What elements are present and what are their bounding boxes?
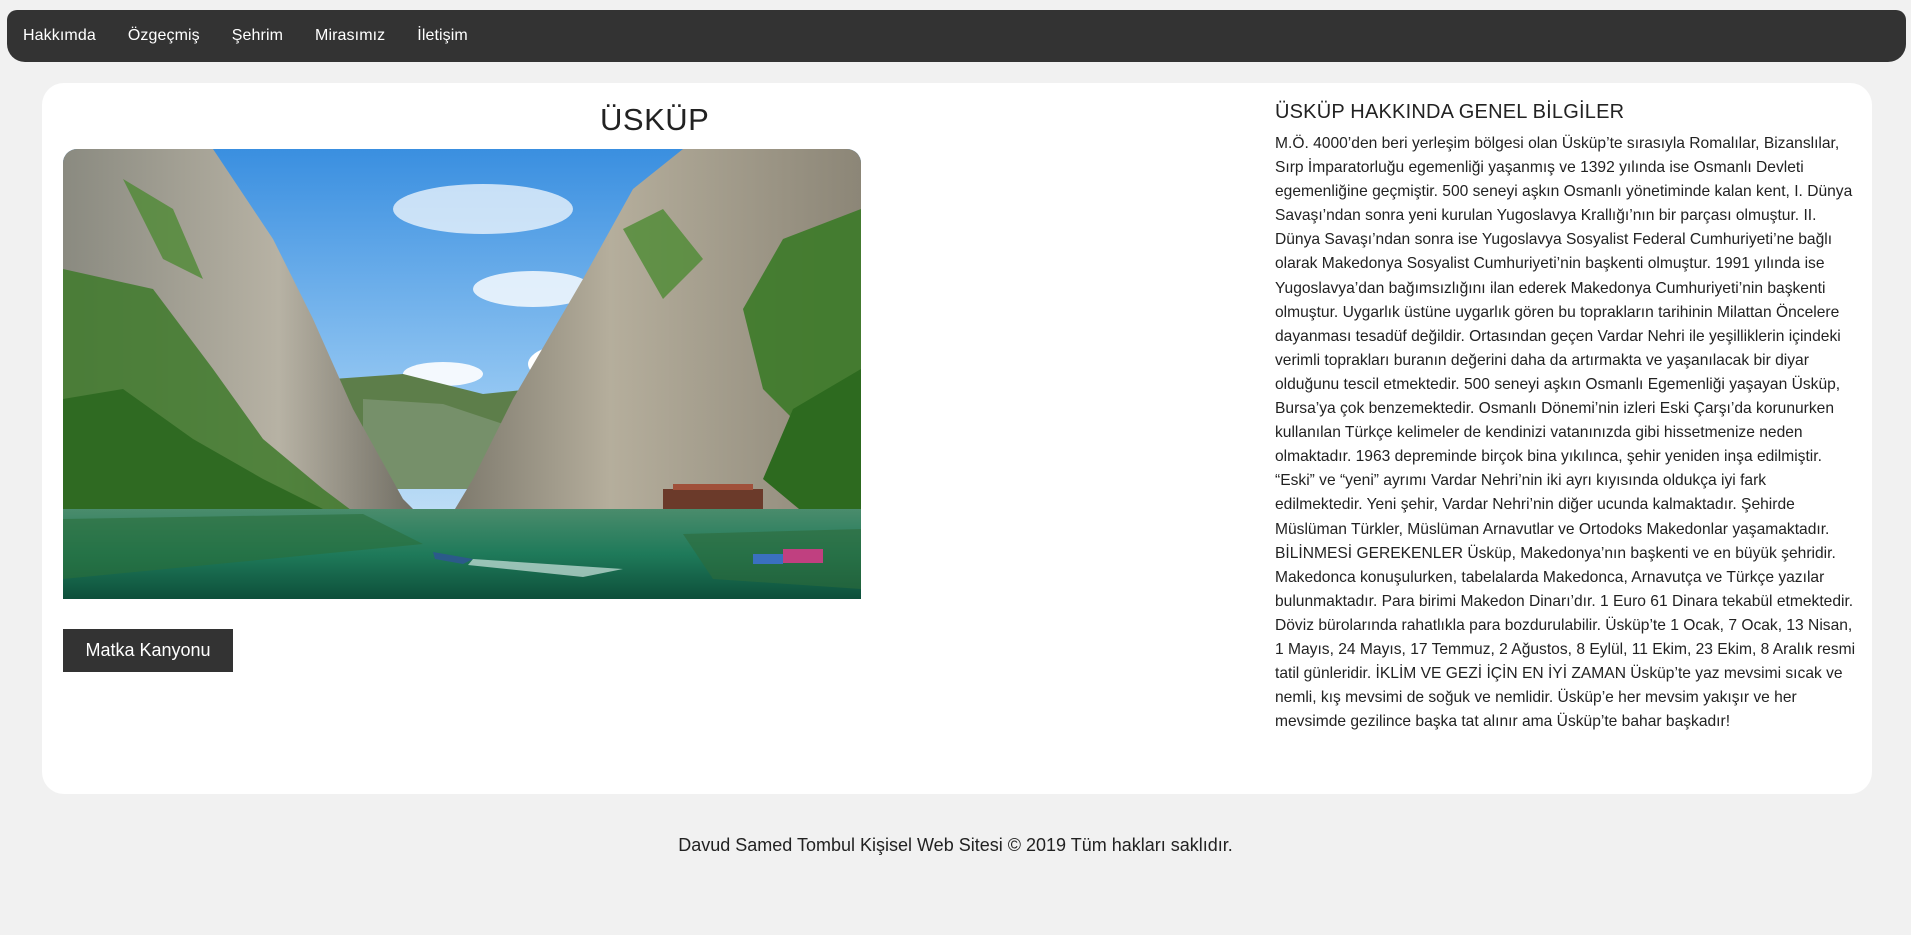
canyon-illustration	[63, 149, 861, 599]
info-paragraph: M.Ö. 4000’den beri yerleşim bölgesi olan…	[1275, 135, 1856, 731]
nav-item-hakkimda[interactable]: Hakkımda	[23, 27, 96, 45]
nav-item-sehrim[interactable]: Şehrim	[232, 27, 283, 45]
nav-item-iletisim[interactable]: İletişim	[417, 27, 468, 45]
nav-item-mirasimiz[interactable]: Mirasımız	[315, 27, 385, 45]
footer-copyright: Davud Samed Tombul Kişisel Web Sitesi © …	[678, 835, 1233, 855]
city-title: ÜSKÜP	[600, 102, 710, 137]
matka-canyon-photo	[63, 149, 861, 599]
nav-item-ozgecmis[interactable]: Özgeçmiş	[128, 27, 200, 45]
info-heading: ÜSKÜP HAKKINDA GENEL BİLGİLER	[1275, 101, 1625, 123]
top-navbar: Hakkımda Özgeçmiş Şehrim Mirasımız İleti…	[7, 10, 1906, 62]
matka-kanyonu-button[interactable]: Matka Kanyonu	[63, 629, 233, 672]
